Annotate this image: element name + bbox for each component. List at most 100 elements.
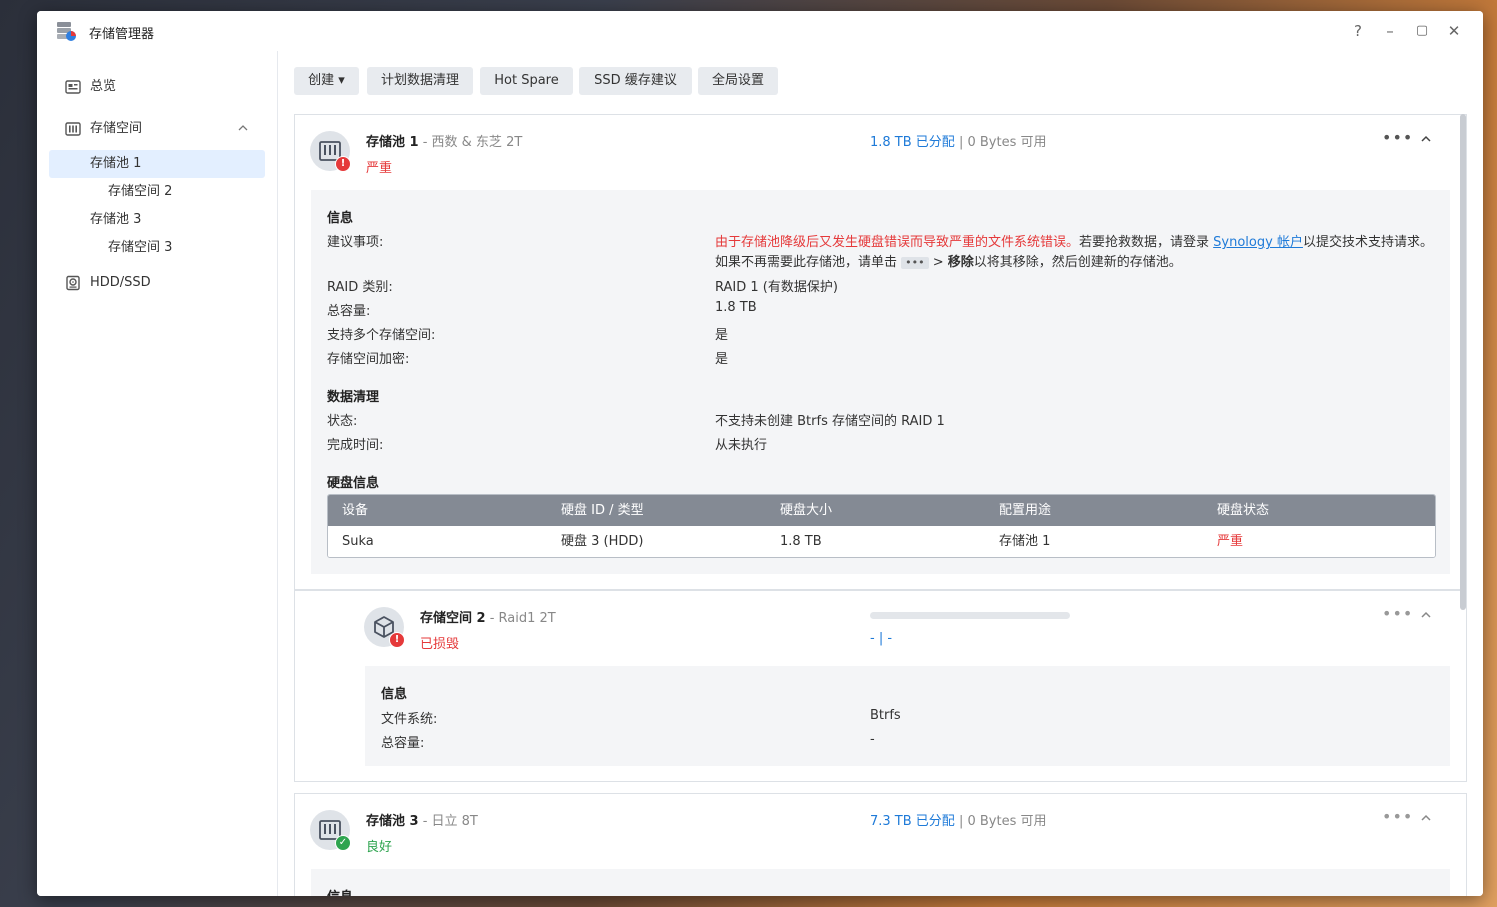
storage-pool-icon: ! <box>310 131 351 172</box>
volume-name-text: 存储空间 2 <box>420 611 486 626</box>
info-section-title: 信息 <box>381 687 408 702</box>
hot-spare-button[interactable]: Hot Spare <box>480 67 573 95</box>
pool-3-status: 良好 <box>366 840 393 855</box>
pool-1-card: ! 存储池 1 - 西数 & 东芝 2T 严重 1.8 TB 已分配 | 0 B… <box>294 114 1467 590</box>
title-bar: 存储管理器 ? – ▢ ✕ <box>37 11 1483 52</box>
info-section-title: 信息 <box>327 886 353 896</box>
volume-2-card: ! 存储空间 2 - Raid1 2T 已损毁 - | - ••• 信息 文件系… <box>294 590 1467 782</box>
global-settings-button[interactable]: 全局设置 <box>698 67 778 95</box>
encryption-label: 存储空间加密: <box>327 352 410 367</box>
advice-label: 建议事项: <box>327 235 384 250</box>
sidebar-item-label: HDD/SSD <box>90 275 151 290</box>
sidebar: 总览 存储空间 存储池 1 存储空间 2 存储池 3 存储空间 3 HDD/SS… <box>37 51 278 896</box>
more-options-icon[interactable]: ••• <box>1382 130 1412 147</box>
main-content: 创建 ▾ 计划数据清理 Hot Spare SSD 缓存建议 全局设置 ! 存储… <box>278 51 1483 896</box>
vertical-scrollbar[interactable] <box>1460 114 1466 610</box>
volume-2-details-panel: 信息 文件系统: Btrfs 总容量: - <box>365 666 1450 766</box>
help-icon[interactable]: ? <box>1349 22 1367 40</box>
multi-volume-value: 是 <box>715 328 729 343</box>
pool-1-details-panel: 信息 建议事项: 由于存储池降级后又发生硬盘错误而导致严重的文件系统错误。若要抢… <box>311 190 1450 574</box>
column-header-device: 设备 <box>342 503 369 518</box>
minimize-icon[interactable]: – <box>1381 22 1399 40</box>
pool-name-text: 存储池 3 <box>366 814 419 829</box>
sidebar-item-label: 存储空间 3 <box>108 240 173 255</box>
maximize-icon[interactable]: ▢ <box>1413 22 1431 40</box>
usage-progress-bar <box>870 612 1070 619</box>
scrubbing-section-title: 数据清理 <box>327 390 380 405</box>
volume-desc-text: - Raid1 2T <box>485 611 556 626</box>
sidebar-item-label: 存储池 1 <box>90 156 142 171</box>
allocated-text: 7.3 TB 已分配 <box>870 814 955 829</box>
volume-icon: ! <box>364 607 405 648</box>
sidebar-item-label: 总览 <box>90 79 117 94</box>
pool-1-name[interactable]: 存储池 1 - 西数 & 东芝 2T <box>366 131 522 150</box>
disk-table: 设备 硬盘 ID / 类型 硬盘大小 配置用途 硬盘状态 Suka 硬盘 3 (… <box>327 494 1436 558</box>
scrub-state-label: 状态: <box>327 414 358 429</box>
advice-text: > <box>928 255 948 270</box>
pool-3-card: ✓ 存储池 3 - 日立 8T 良好 7.3 TB 已分配 | 0 Bytes … <box>294 793 1467 896</box>
storage-manager-window: 存储管理器 ? – ▢ ✕ 总览 存储空间 存储池 1 存储空间 2 存储池 3… <box>37 11 1483 896</box>
error-badge-icon: ! <box>335 156 351 172</box>
column-header-usage: 配置用途 <box>999 503 1052 518</box>
create-button[interactable]: 创建 ▾ <box>294 67 359 95</box>
scrub-done-label: 完成时间: <box>327 438 384 453</box>
chevron-up-icon[interactable] <box>237 122 249 134</box>
sidebar-item-pool-1[interactable]: 存储池 1 <box>49 150 265 178</box>
pool-3-capacity: 7.3 TB 已分配 | 0 Bytes 可用 <box>870 810 1047 829</box>
collapse-icon[interactable] <box>1419 608 1433 622</box>
schedule-scrub-button[interactable]: 计划数据清理 <box>367 67 473 95</box>
storage-icon <box>65 122 81 136</box>
hdd-icon <box>66 275 80 291</box>
column-header-disk-id: 硬盘 ID / 类型 <box>561 503 644 518</box>
pool-3-name[interactable]: 存储池 3 - 日立 8T <box>366 810 478 829</box>
error-badge-icon: ! <box>389 632 405 648</box>
sidebar-item-storage[interactable]: 存储空间 <box>49 115 265 143</box>
cell-device: Suka <box>342 534 374 549</box>
volume-2-capacity: - | - <box>870 631 893 646</box>
more-options-icon[interactable]: ••• <box>1382 809 1412 826</box>
raid-label: RAID 类别: <box>327 280 393 295</box>
scrub-done-value: 从未执行 <box>715 438 768 453</box>
healthy-check-icon: ✓ <box>335 835 351 851</box>
volume-2-status: 已损毁 <box>420 637 460 652</box>
sidebar-item-volume-3[interactable]: 存储空间 3 <box>49 234 265 262</box>
sidebar-item-pool-3[interactable]: 存储池 3 <box>49 206 265 234</box>
advice-line-1: 由于存储池降级后又发生硬盘错误而导致严重的文件系统错误。若要抢救数据，请登录 S… <box>715 231 1445 250</box>
ssd-cache-advisor-button[interactable]: SSD 缓存建议 <box>579 67 692 95</box>
synology-account-link[interactable]: Synology 帐户 <box>1213 235 1303 250</box>
sidebar-item-label: 存储空间 <box>90 121 143 136</box>
collapse-icon[interactable] <box>1419 811 1433 825</box>
scrub-state-value: 不支持未创建 Btrfs 存储空间的 RAID 1 <box>715 414 945 429</box>
more-options-inline-icon: ••• <box>901 256 929 269</box>
disk-table-header: 设备 硬盘 ID / 类型 硬盘大小 配置用途 硬盘状态 <box>328 495 1435 526</box>
allocated-text: 1.8 TB 已分配 <box>870 135 955 150</box>
collapse-icon[interactable] <box>1419 132 1433 146</box>
sidebar-item-overview[interactable]: 总览 <box>49 73 265 101</box>
capacity-label: 总容量: <box>381 736 425 751</box>
multi-volume-label: 支持多个存储空间: <box>327 328 436 343</box>
advice-text: 以将其移除，然后创建新的存储池。 <box>973 255 1182 270</box>
sidebar-item-hdd-ssd[interactable]: HDD/SSD <box>49 269 265 297</box>
pool-desc-text: - 日立 8T <box>418 814 478 829</box>
separator: | <box>954 135 968 150</box>
advice-error-text: 由于存储池降级后又发生硬盘错误而导致严重的文件系统错误。 <box>715 235 1080 250</box>
storage-pool-icon: ✓ <box>310 810 351 851</box>
sidebar-item-label: 存储空间 2 <box>108 184 173 199</box>
table-row[interactable]: Suka 硬盘 3 (HDD) 1.8 TB 存储池 1 严重 <box>328 526 1435 557</box>
cell-usage: 存储池 1 <box>999 534 1051 549</box>
sidebar-item-volume-2[interactable]: 存储空间 2 <box>49 178 265 206</box>
capacity-value: - <box>870 732 875 747</box>
cell-size: 1.8 TB <box>780 534 822 549</box>
close-icon[interactable]: ✕ <box>1445 22 1463 40</box>
disk-info-section-title: 硬盘信息 <box>327 476 380 491</box>
filesystem-label: 文件系统: <box>381 712 438 727</box>
separator: | <box>954 814 968 829</box>
pool-name-text: 存储池 1 <box>366 135 419 150</box>
app-title: 存储管理器 <box>89 27 155 42</box>
more-options-icon[interactable]: ••• <box>1382 606 1412 623</box>
pool-1-status: 严重 <box>366 161 393 176</box>
capacity-label: 总容量: <box>327 304 371 319</box>
volume-2-name[interactable]: 存储空间 2 - Raid1 2T <box>420 607 556 626</box>
overview-icon <box>65 80 81 94</box>
pool-desc-text: - 西数 & 东芝 2T <box>418 135 523 150</box>
